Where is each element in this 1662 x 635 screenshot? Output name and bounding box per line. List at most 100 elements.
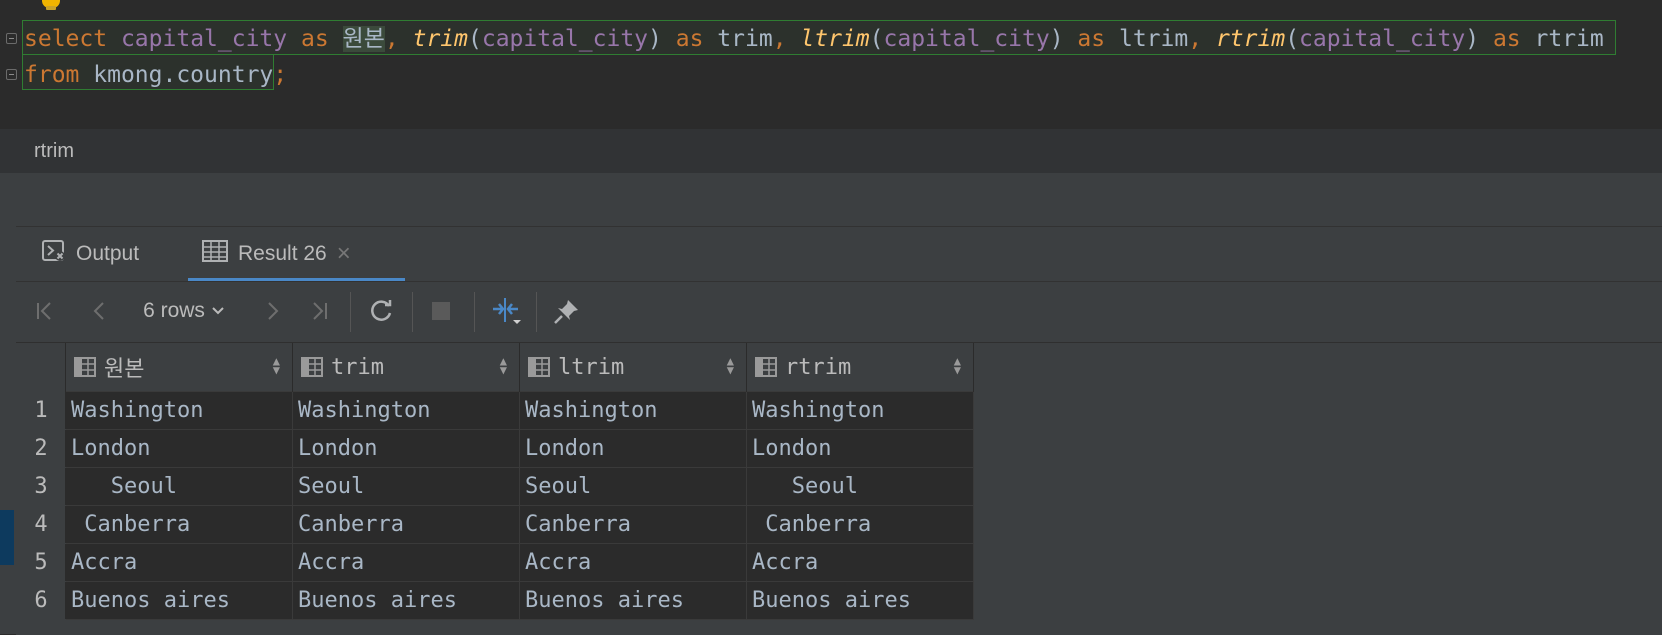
paren: ) — [1049, 26, 1064, 52]
function-name: trim — [412, 26, 468, 52]
keyword-select: select — [24, 26, 108, 52]
toolbar-separator — [536, 292, 537, 332]
code-line-2[interactable]: from kmong.country; — [24, 58, 287, 92]
sql-editor[interactable]: select capital_city as 원본, trim(capital_… — [0, 0, 1662, 128]
column-header[interactable]: rtrim ▲ ▼ — [746, 343, 974, 392]
fold-marker-icon[interactable] — [6, 69, 17, 80]
chevron-down-icon — [212, 307, 224, 315]
stop-icon[interactable] — [428, 295, 454, 327]
lightbulb-icon[interactable] — [42, 0, 60, 10]
table-cell[interactable]: London — [65, 429, 293, 468]
sort-icon[interactable]: ▲ ▼ — [500, 355, 507, 376]
table-cell[interactable]: Washington — [65, 391, 293, 430]
semicolon: ; — [273, 62, 288, 88]
toolbar-separator — [350, 292, 351, 332]
table-cell[interactable]: Seoul — [292, 467, 520, 506]
results-panel: Output Result 26 × 6 rows 원본 ▲ ▼ trim ▲ … — [16, 226, 1662, 635]
column-header[interactable]: trim ▲ ▼ — [292, 343, 520, 392]
table-cell[interactable]: Buenos aires — [65, 581, 293, 620]
table-cell[interactable]: Seoul — [746, 467, 974, 506]
pin-icon[interactable] — [552, 295, 582, 327]
table-cell[interactable]: Washington — [746, 391, 974, 430]
compare-icon[interactable] — [490, 295, 524, 327]
function-name: ltrim — [800, 26, 870, 52]
table-row[interactable]: 6 Buenos aires Buenos aires Buenos aires… — [16, 581, 974, 620]
table-cell[interactable]: Canberra — [292, 505, 520, 544]
table-cell[interactable]: Canberra — [519, 505, 747, 544]
comma: , — [772, 26, 787, 52]
keyword-as: as — [300, 26, 329, 52]
column-name: 원본 — [104, 357, 145, 382]
column-icon — [755, 357, 777, 377]
alias: ltrim — [1118, 26, 1189, 52]
previous-page-icon[interactable] — [86, 295, 112, 327]
sort-icon[interactable]: ▲ ▼ — [727, 355, 734, 376]
editor-breadcrumb: rtrim — [0, 129, 1662, 173]
alias: rtrim — [1534, 26, 1604, 52]
sort-icon[interactable]: ▲ ▼ — [273, 355, 280, 376]
table-cell[interactable]: Canberra — [65, 505, 293, 544]
paren: ( — [869, 26, 884, 52]
tool-window-strip — [0, 226, 17, 634]
results-toolbar: 6 rows — [16, 282, 1662, 343]
last-page-icon[interactable] — [306, 295, 332, 327]
table-cell[interactable]: Buenos aires — [519, 581, 747, 620]
code-line-1[interactable]: select capital_city as 원본, trim(capital_… — [24, 22, 1604, 56]
table-cell[interactable]: Canberra — [746, 505, 974, 544]
tab-output[interactable]: Output — [42, 227, 139, 281]
table-cell[interactable]: Buenos aires — [292, 581, 520, 620]
table-row[interactable]: 1 Washington Washington Washington Washi… — [16, 391, 974, 430]
table-row[interactable]: 5 Accra Accra Accra Accra — [16, 543, 974, 582]
editor-gutter — [0, 0, 22, 128]
keyword-from: from — [24, 62, 80, 88]
table-cell[interactable]: Accra — [746, 543, 974, 582]
paren: ( — [1285, 26, 1300, 52]
column-icon — [74, 357, 96, 377]
alias: 원본 — [342, 26, 385, 52]
table-cell[interactable]: London — [746, 429, 974, 468]
close-icon[interactable]: × — [337, 240, 351, 268]
first-page-icon[interactable] — [32, 295, 58, 327]
fold-marker-icon[interactable] — [6, 33, 17, 44]
identifier: capital_city — [883, 26, 1050, 52]
results-grid[interactable]: 원본 ▲ ▼ trim ▲ ▼ ltrim ▲ ▼ rtrim ▲ ▼ 1 Wa… — [16, 343, 1000, 620]
table-cell[interactable]: Washington — [519, 391, 747, 430]
table-cell[interactable]: Seoul — [519, 467, 747, 506]
identifier: capital_city — [1299, 26, 1466, 52]
row-number: 5 — [16, 543, 66, 582]
column-name: rtrim — [785, 354, 852, 380]
tab-result[interactable]: Result 26 × — [188, 227, 405, 281]
function-name: rtrim — [1215, 26, 1286, 52]
table-row[interactable]: 2 London London London London — [16, 429, 974, 468]
table-cell[interactable]: Accra — [65, 543, 293, 582]
table-cell[interactable]: Seoul — [65, 467, 293, 506]
keyword-as: as — [1077, 26, 1106, 52]
paren: ( — [467, 26, 482, 52]
reload-icon[interactable] — [366, 295, 396, 327]
table-row[interactable]: 4 Canberra Canberra Canberra Canberra — [16, 505, 974, 544]
column-header[interactable]: 원본 ▲ ▼ — [65, 343, 293, 392]
tab-label: Output — [76, 242, 140, 265]
table-cell[interactable]: London — [292, 429, 520, 468]
row-number: 3 — [16, 467, 66, 506]
toolbar-separator — [412, 292, 413, 332]
tool-window-marker[interactable] — [0, 510, 14, 565]
keyword-as: as — [675, 26, 704, 52]
page-size-dropdown[interactable]: 6 rows — [134, 295, 234, 327]
table-cell[interactable]: Accra — [519, 543, 747, 582]
paren: ) — [1465, 26, 1480, 52]
column-name: trim — [331, 354, 384, 380]
row-number: 1 — [16, 391, 66, 430]
table-row[interactable]: 3 Seoul Seoul Seoul Seoul — [16, 467, 974, 506]
column-header[interactable]: ltrim ▲ ▼ — [519, 343, 747, 392]
table-cell[interactable]: Washington — [292, 391, 520, 430]
next-page-icon[interactable] — [260, 295, 286, 327]
row-number: 2 — [16, 429, 66, 468]
table-cell[interactable]: Buenos aires — [746, 581, 974, 620]
sort-icon[interactable]: ▲ ▼ — [954, 355, 961, 376]
column-icon — [301, 357, 323, 377]
table-cell[interactable]: London — [519, 429, 747, 468]
table-name: kmong.country — [93, 62, 274, 88]
table-cell[interactable]: Accra — [292, 543, 520, 582]
row-number: 4 — [16, 505, 66, 544]
